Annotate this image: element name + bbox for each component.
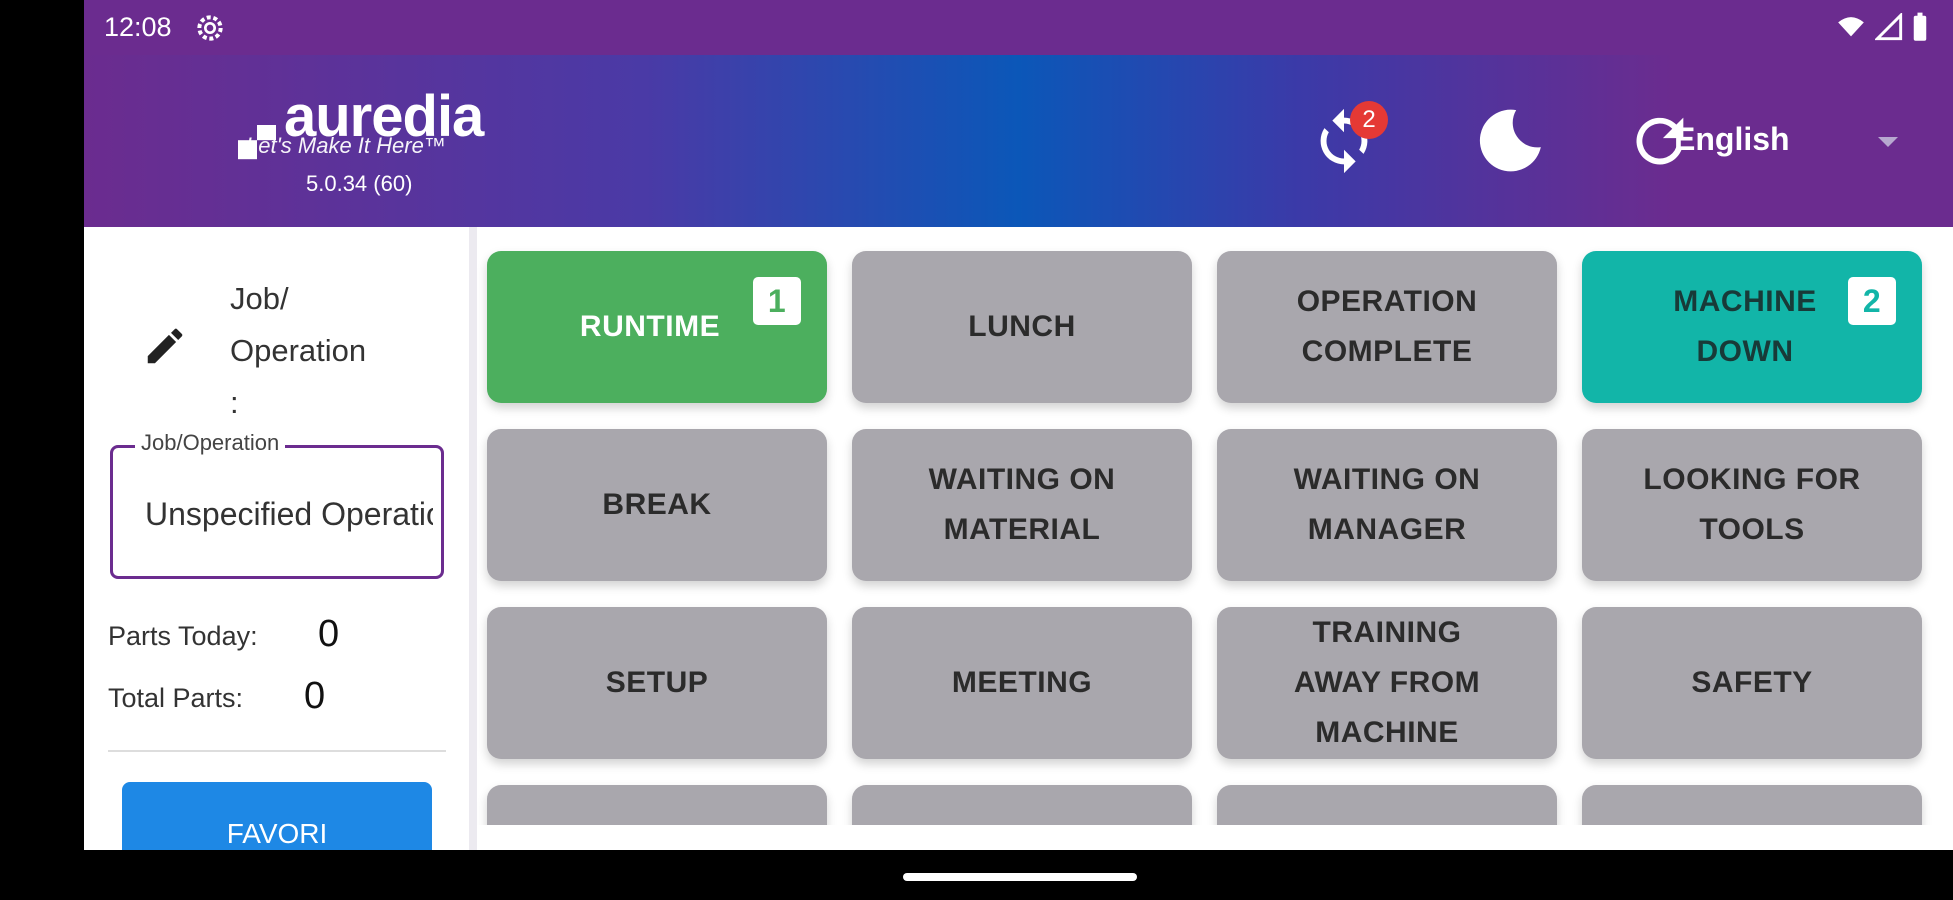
moon-icon	[1479, 109, 1541, 172]
status-icons	[1835, 12, 1929, 42]
status-time: 12:08	[104, 12, 172, 42]
settings-gear-icon	[197, 15, 223, 41]
status-tile-waiting-on[interactable]: WAITING ON	[852, 785, 1192, 825]
divider	[108, 750, 446, 752]
status-tile-looking-for-tools[interactable]: LOOKING FOR TOOLS	[1582, 429, 1922, 581]
status-tile-break[interactable]: BREAK	[487, 429, 827, 581]
home-gesture-bar[interactable]	[903, 873, 1137, 881]
tile-label: LOOKING FOR TOOLS	[1643, 463, 1861, 546]
app-version: 5.0.34 (60)	[306, 171, 413, 196]
tile-label: MACHINE DOWN	[1673, 285, 1817, 368]
parts-today-value: 0	[318, 613, 340, 655]
status-tile-machine-down[interactable]: MACHINE DOWN 2	[1582, 251, 1922, 403]
tile-label: MEETING	[951, 666, 1093, 699]
status-tile-setup[interactable]: SETUP	[487, 607, 827, 759]
sync-button[interactable]: 2	[1304, 101, 1388, 181]
job-operation-field[interactable]: Job/Operation Unspecified Operation	[110, 430, 444, 579]
parts-today-label: Parts Today:	[108, 621, 258, 651]
tile-label: WAITING ON MANAGER	[1293, 463, 1481, 546]
tile-count-badge: 2	[1848, 277, 1896, 325]
status-tile-waiting-on-material[interactable]: WAITING ON MATERIAL	[852, 429, 1192, 581]
tile-label: SAFETY	[1691, 666, 1813, 699]
status-tile-training-away-from-machine[interactable]: TRAINING AWAY FROM MACHINE	[1217, 607, 1557, 759]
app-header: auredia Let's Make It Here™ 5.0.34 (60) …	[84, 55, 1953, 227]
job-panel: Job/ Operation : Job/Operation Unspecifi…	[84, 227, 469, 850]
status-tile-meeting[interactable]: MEETING	[852, 607, 1192, 759]
dark-mode-toggle[interactable]	[1470, 101, 1550, 181]
tile-label: SETUP	[605, 666, 709, 699]
total-parts-label: Total Parts:	[108, 683, 244, 713]
app-window: 12:08 auredia Let's Make It Here™ 5.0.34…	[84, 0, 1953, 850]
total-parts-value: 0	[304, 675, 326, 717]
status-tile-blank[interactable]	[1582, 785, 1922, 825]
panel-divider	[469, 227, 477, 850]
activity-grid: RUNTIME 1 LUNCH OPERATION COMPLETE MACHINE D…	[477, 227, 1953, 825]
status-tile-waiting-on[interactable]: WAITING ON	[1217, 785, 1557, 825]
status-tile-waiting-on[interactable]: WAITING ON	[487, 785, 827, 825]
status-bar: 12:08	[84, 0, 1953, 55]
tile-label: TRAINING AWAY FROM MACHINE	[1293, 616, 1481, 749]
tile-label: RUNTIME	[579, 310, 721, 343]
job-operation-label: Job/ Operation :	[230, 281, 367, 420]
tile-label: OPERATION COMPLETE	[1296, 285, 1478, 368]
cell-signal-icon	[1875, 13, 1903, 41]
status-tile-lunch[interactable]: LUNCH	[852, 251, 1192, 403]
battery-icon	[1913, 12, 1927, 41]
edit-pencil-icon[interactable]	[142, 323, 188, 369]
favorites-button[interactable]: FAVORI	[122, 782, 432, 850]
field-legend: Job/Operation	[135, 430, 286, 456]
tile-label: LUNCH	[968, 310, 1076, 343]
job-operation-value: Unspecified Operation	[145, 496, 433, 532]
logo-tagline: Let's Make It Here™	[246, 133, 446, 158]
wifi-icon	[1838, 17, 1864, 37]
status-tile-operation-complete[interactable]: OPERATION COMPLETE	[1217, 251, 1557, 403]
sync-count-badge: 2	[1350, 101, 1388, 139]
language-select[interactable]: English	[1674, 121, 1790, 158]
status-tile-waiting-on-manager[interactable]: WAITING ON MANAGER	[1217, 429, 1557, 581]
chevron-down-icon[interactable]	[1878, 137, 1898, 147]
status-tile-runtime[interactable]: RUNTIME 1	[487, 251, 827, 403]
tile-label: WAITING ON MATERIAL	[928, 463, 1116, 546]
tile-label: BREAK	[602, 488, 712, 521]
status-tile-safety[interactable]: SAFETY	[1582, 607, 1922, 759]
tile-count-badge: 1	[753, 277, 801, 325]
